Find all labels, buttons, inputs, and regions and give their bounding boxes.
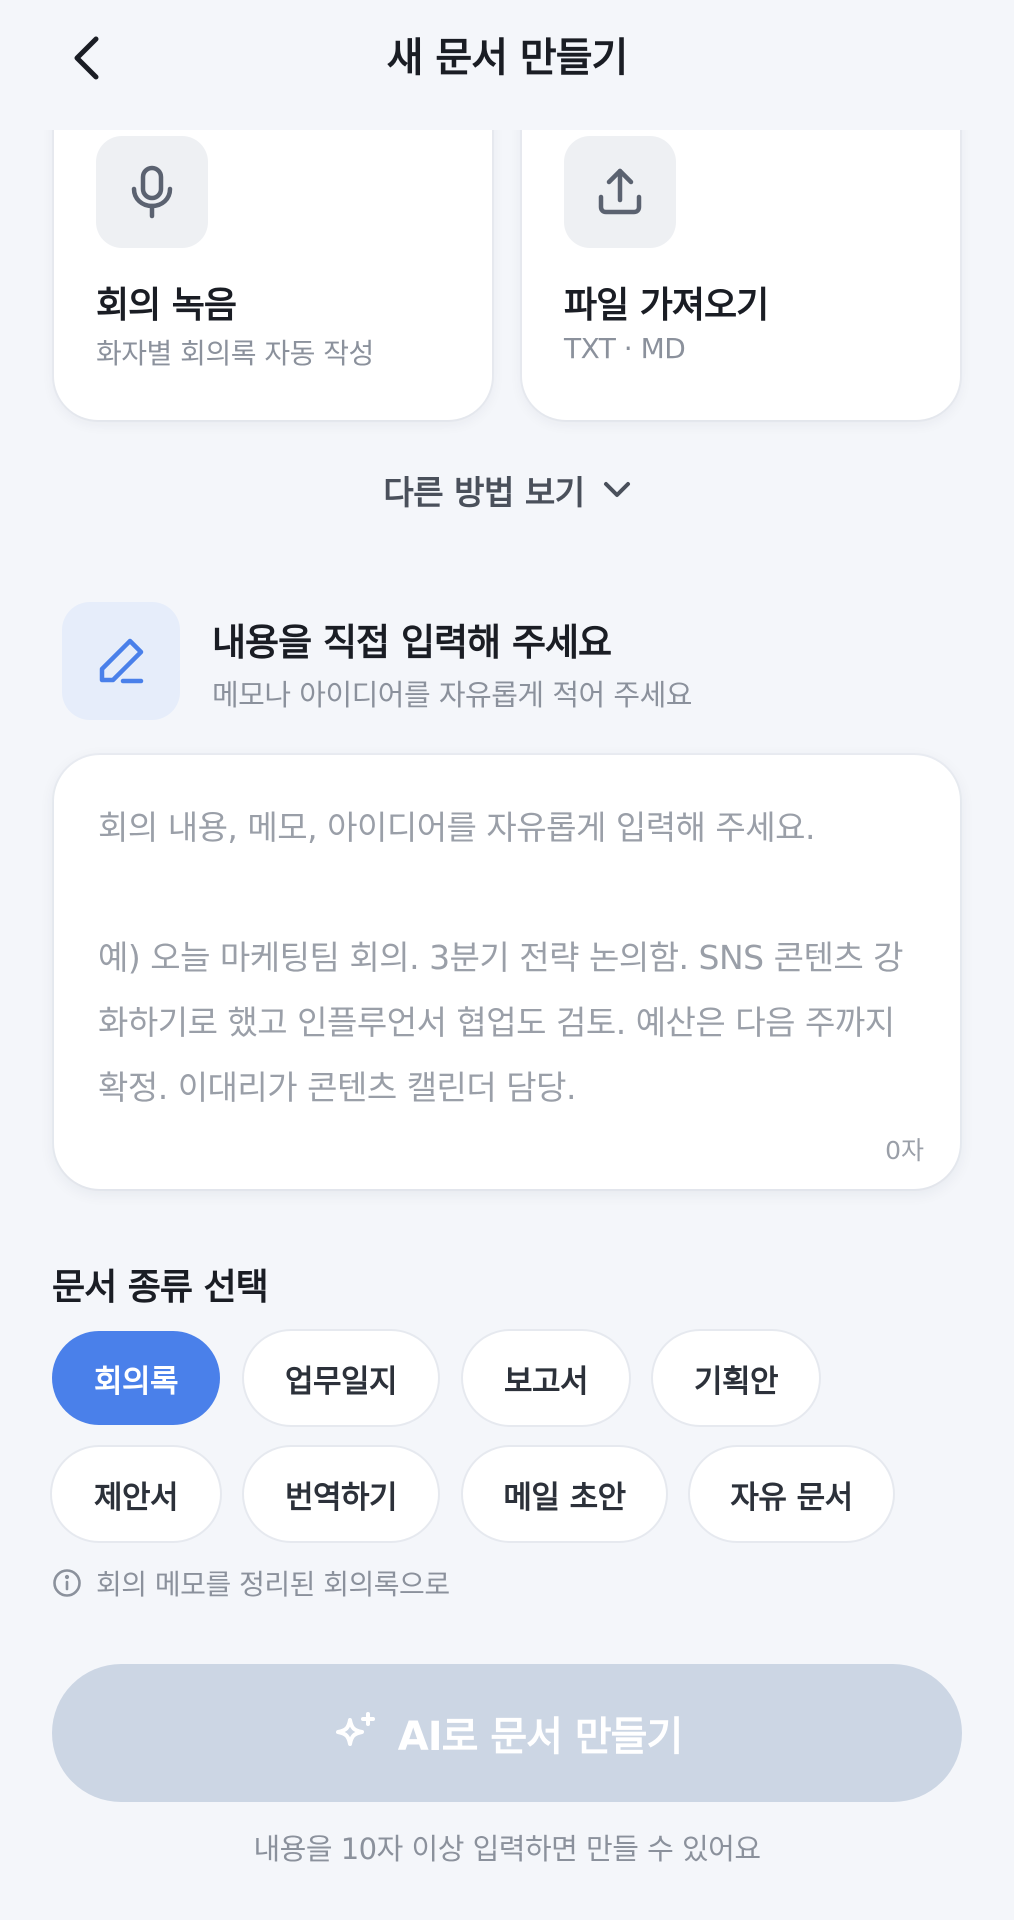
pencil-icon-box xyxy=(62,602,180,720)
direct-input-title: 내용을 직접 입력해 주세요 xyxy=(212,621,612,664)
card-subtitle: 화자별 회의록 자동 작성 xyxy=(96,337,374,370)
doc-type-chip-plan[interactable]: 기획안 xyxy=(653,1331,819,1425)
chevron-down-icon xyxy=(603,482,630,497)
create-document-button[interactable]: AI로 문서 만들기 xyxy=(52,1664,962,1802)
upload-icon-box xyxy=(564,136,676,248)
doc-type-chip-work-log[interactable]: 업무일지 xyxy=(244,1331,438,1425)
card-title: 파일 가져오기 xyxy=(564,285,769,326)
card-title: 회의 녹음 xyxy=(96,285,237,326)
memo-input-card: 0자 xyxy=(54,755,960,1189)
hint-text: 회의 메모를 정리된 회의록으로 xyxy=(96,1568,450,1601)
memo-textarea[interactable] xyxy=(98,795,918,1125)
card-subtitle: TXT · MD xyxy=(564,332,686,365)
doc-type-chip-proposal[interactable]: 제안서 xyxy=(52,1447,220,1541)
doc-type-chip-report[interactable]: 보고서 xyxy=(463,1331,629,1425)
doc-type-chip-email-draft[interactable]: 메일 초안 xyxy=(463,1447,666,1541)
microphone-icon-box xyxy=(96,136,208,248)
char-count: 0자 xyxy=(885,1136,924,1165)
direct-input-subtitle: 메모나 아이디어를 자유롭게 적어 주세요 xyxy=(212,678,692,712)
more-methods-toggle[interactable]: 다른 방법 보기 xyxy=(0,466,1014,514)
direct-input-header: 내용을 직접 입력해 주세요 메모나 아이디어를 자유롭게 적어 주세요 xyxy=(62,602,962,722)
page-title: 새 문서 만들기 xyxy=(386,35,629,81)
doc-type-hint: 회의 메모를 정리된 회의록으로 xyxy=(52,1563,450,1603)
doc-type-chip-translate[interactable]: 번역하기 xyxy=(244,1447,438,1541)
info-icon xyxy=(53,1569,81,1597)
doc-type-chip-free-document[interactable]: 자유 문서 xyxy=(690,1447,893,1541)
cta-requirement-note: 내용을 10자 이상 입력하면 만들 수 있어요 xyxy=(253,1832,761,1866)
upload-icon xyxy=(598,168,642,215)
pencil-icon xyxy=(99,638,144,684)
sparkle-icon xyxy=(335,1712,375,1746)
doc-type-chip-meeting-minutes[interactable]: 회의록 xyxy=(52,1331,220,1425)
more-methods-label: 다른 방법 보기 xyxy=(383,473,585,512)
doc-type-label: 문서 종류 선택 xyxy=(52,1267,269,1308)
create-document-label: AI로 문서 만들기 xyxy=(397,1714,683,1760)
microphone-icon xyxy=(131,165,173,219)
top-bar: 새 문서 만들기 xyxy=(0,0,1014,130)
